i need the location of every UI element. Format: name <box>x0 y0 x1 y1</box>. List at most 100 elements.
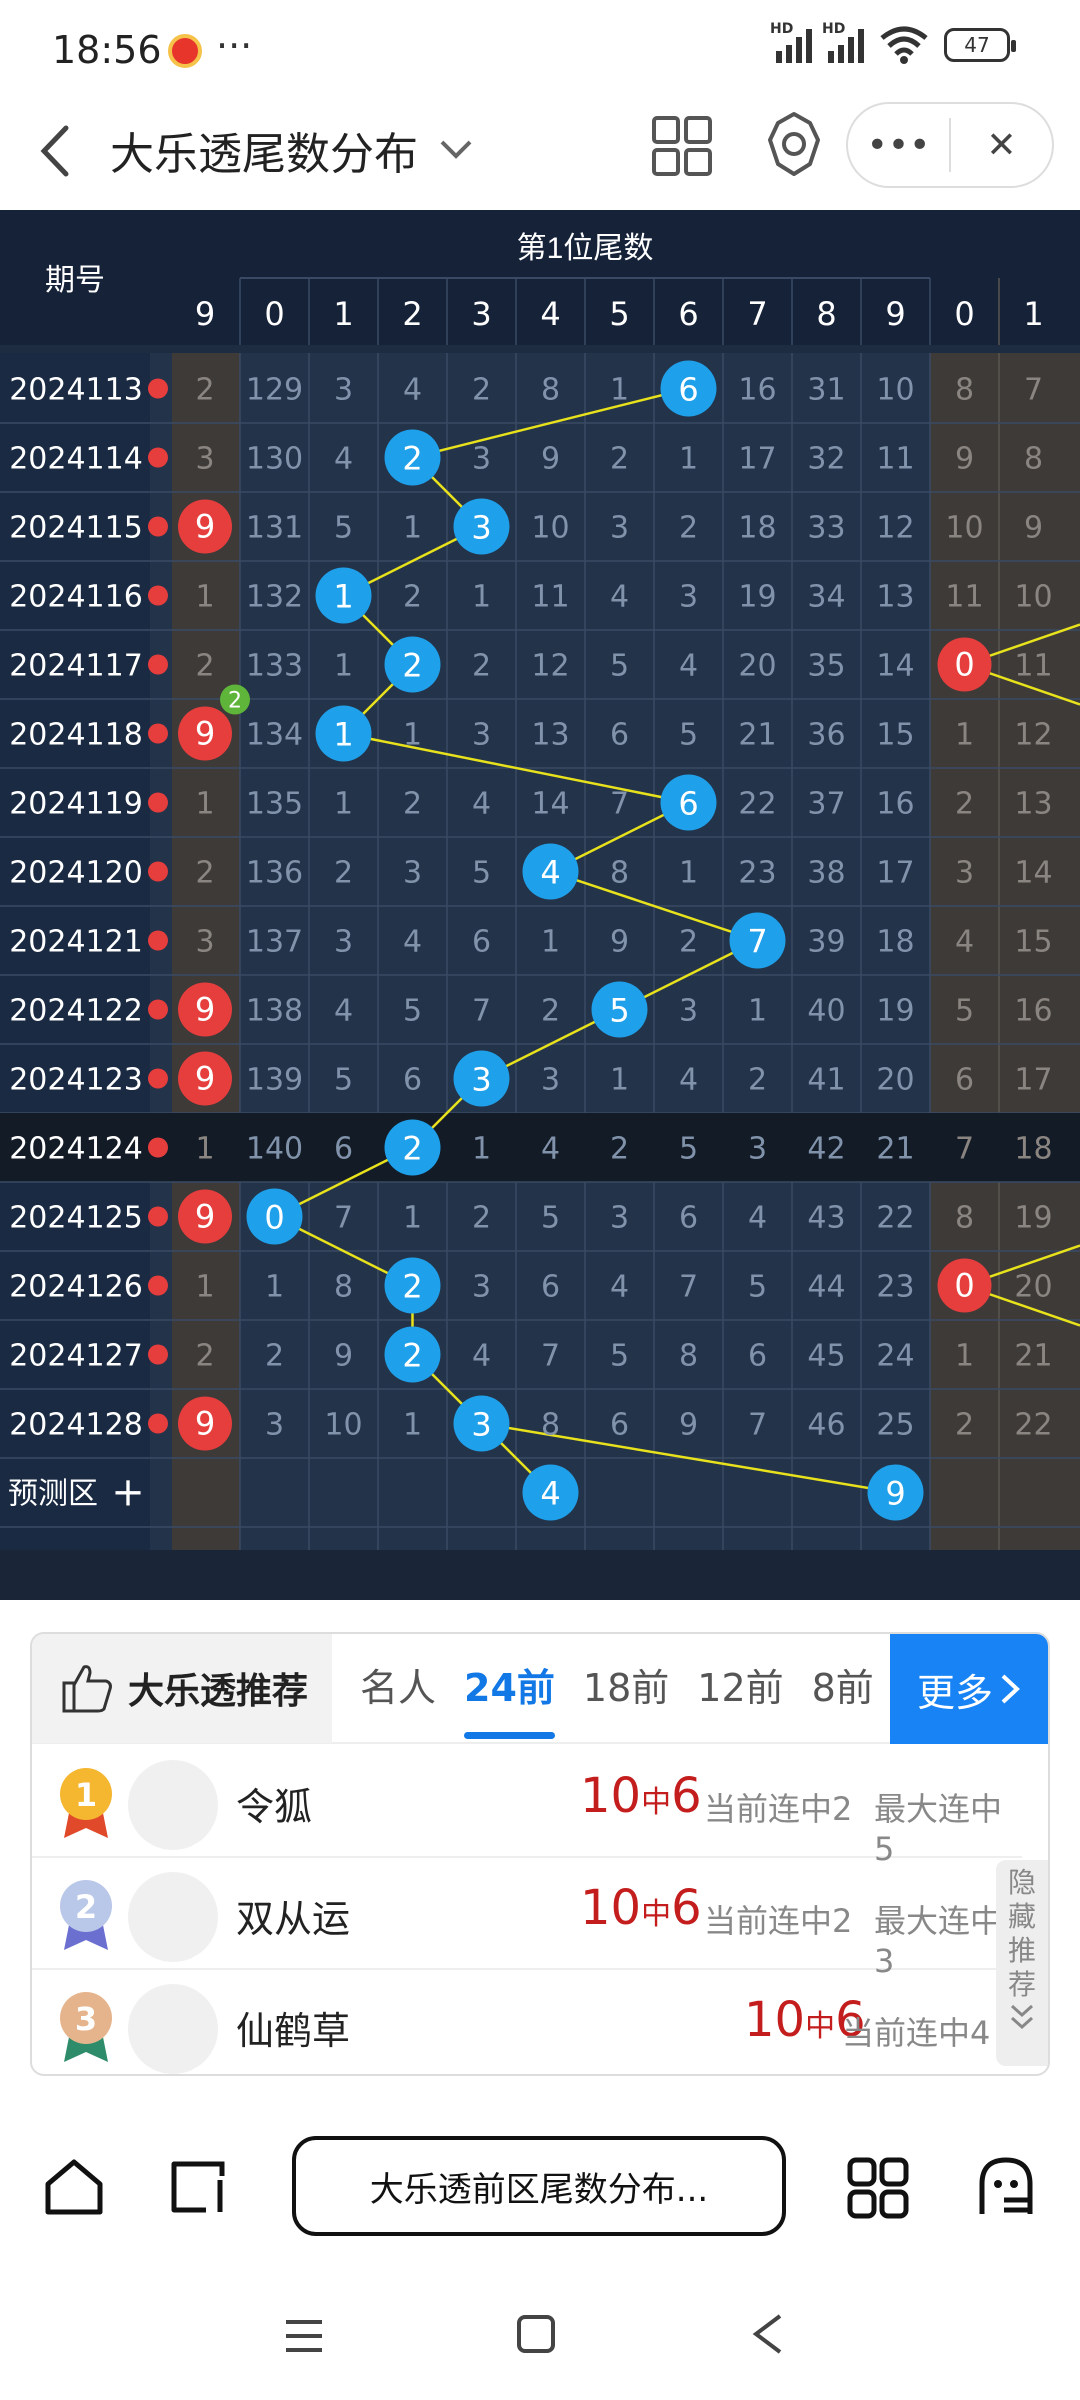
miss-cell: 1 <box>748 994 767 1029</box>
miss-cell: 1 <box>472 580 491 615</box>
tab-24qian[interactable]: 24前 <box>464 1634 555 1743</box>
hide-recommend-tab[interactable]: 隐藏推荐 <box>996 1860 1048 2066</box>
next-cell: 4 <box>955 925 974 960</box>
miss-cell: 19 <box>876 994 914 1029</box>
more-options-button[interactable]: ••• <box>848 104 949 186</box>
period-cell: 2024119 <box>9 787 143 822</box>
next-cell: 7 <box>1024 373 1043 408</box>
miss-cell: 4 <box>610 580 629 615</box>
address-bar[interactable]: 大乐透前区尾数分布... <box>292 2136 786 2236</box>
tail-distribution-chart[interactable]: 期号 第1位尾数 9 0 1 2 3 4 5 6 7 8 9 0 1 2024113 2 129 3 4 2 8 1 6 16 3… <box>0 210 1080 1600</box>
miss-cell: 1 <box>472 1132 491 1167</box>
tab-mingren[interactable]: 名人 <box>360 1634 436 1743</box>
predict-number: 4 <box>540 1475 560 1513</box>
miss-cell: 137 <box>246 925 303 960</box>
miss-cell: 7 <box>748 1408 767 1443</box>
row-edge-marker <box>148 723 168 744</box>
home-square-icon[interactable] <box>516 2314 556 2354</box>
digit-header-3: 3 <box>471 295 491 333</box>
miss-cell: 13 <box>876 580 914 615</box>
row-edge-marker <box>148 1344 168 1365</box>
next-cell: 2 <box>955 787 974 822</box>
system-nav-bar <box>0 2280 1080 2400</box>
tab-18qian[interactable]: 18前 <box>583 1634 669 1743</box>
row-edge-marker <box>148 792 168 813</box>
miss-cell: 5 <box>334 511 353 546</box>
page-title[interactable]: 大乐透尾数分布 <box>110 118 474 182</box>
period-cell: 2024125 <box>9 1201 143 1236</box>
period-cell: 2024122 <box>9 994 143 1029</box>
back-arrow-icon[interactable] <box>30 116 80 186</box>
period-cell: 2024128 <box>9 1408 143 1443</box>
miss-cell: 12 <box>876 511 914 546</box>
next-cell: 6 <box>955 1063 974 1098</box>
miss-cell: 131 <box>246 511 303 546</box>
thumbs-up-icon <box>62 1665 112 1713</box>
miss-cell: 3 <box>679 994 698 1029</box>
miss-cell: 136 <box>246 856 303 891</box>
signal-icon: HD <box>770 21 812 63</box>
tabs-icon[interactable] <box>166 2156 230 2218</box>
hit-number: 2 <box>402 647 422 685</box>
prev-hit-number: 9 <box>195 508 215 546</box>
hit-number: 2 <box>402 1337 422 1375</box>
miss-cell: 20 <box>876 1063 914 1098</box>
miss-cell: 45 <box>807 1339 845 1374</box>
miss-cell: 4 <box>472 1339 491 1374</box>
miss-cell: 11 <box>876 442 914 477</box>
miss-cell: 21 <box>876 1132 914 1167</box>
miss-cell: 2 <box>679 925 698 960</box>
tab-12qian[interactable]: 12前 <box>697 1634 783 1743</box>
rank-medal-icon: 3 <box>60 1992 112 2062</box>
group-header: 第1位尾数 <box>517 232 654 265</box>
miss-cell: 4 <box>679 649 698 684</box>
recommender-name: 双从运 <box>236 1897 351 1941</box>
rank-medal-icon: 2 <box>60 1880 112 1950</box>
ghost-menu-icon[interactable] <box>974 2154 1038 2220</box>
more-button-label: 更多 <box>916 1670 993 1715</box>
prev-hit-number: 9 <box>195 715 215 753</box>
hit-score: 10中6 <box>580 1768 702 1824</box>
miss-cell: 23 <box>738 856 776 891</box>
miss-cell: 16 <box>876 787 914 822</box>
row-edge-marker <box>148 447 168 468</box>
battery-icon: 47 <box>944 28 1016 62</box>
miss-cell: 20 <box>738 649 776 684</box>
page-title-text: 大乐透尾数分布 <box>110 129 418 180</box>
miss-cell: 8 <box>334 1270 353 1305</box>
current-streak: 当前连中2 <box>704 1902 853 1940</box>
miss-cell: 132 <box>246 580 303 615</box>
miss-cell: 1 <box>403 718 422 753</box>
miss-cell: 9 <box>610 925 629 960</box>
miss-cell: 140 <box>246 1132 303 1167</box>
miss-cell: 4 <box>403 373 422 408</box>
more-button[interactable]: 更多 <box>890 1634 1048 1744</box>
grid-menu-icon[interactable] <box>650 114 714 178</box>
back-triangle-icon[interactable] <box>750 2312 786 2356</box>
miss-cell: 1 <box>334 787 353 822</box>
miss-cell: 5 <box>334 1063 353 1098</box>
miss-cell: 1 <box>403 511 422 546</box>
recommend-row[interactable]: 1 令狐 10中6 当前连中2 最大连中5 <box>32 1746 1022 1868</box>
miss-cell: 34 <box>807 580 845 615</box>
home-icon[interactable] <box>42 2156 106 2218</box>
apps-grid-icon[interactable] <box>846 2156 910 2220</box>
next-cell: 11 <box>945 580 983 615</box>
period-cell: 2024113 <box>9 373 143 408</box>
recommend-row[interactable]: 3 仙鹤草 10中6 当前连中4 <box>32 1970 1022 2074</box>
miss-cell: 129 <box>246 373 303 408</box>
miss-cell: 1 <box>610 373 629 408</box>
period-cell: 2024116 <box>9 580 143 615</box>
close-button[interactable]: ✕ <box>951 104 1052 186</box>
recommend-row[interactable]: 2 双从运 10中6 当前连中2 最大连中3 <box>32 1858 1022 1980</box>
miss-cell: 5 <box>610 1339 629 1374</box>
menu-icon[interactable] <box>282 2316 326 2356</box>
partial-row <box>0 345 1080 353</box>
prev-cell: 1 <box>195 1132 214 1167</box>
miss-cell: 32 <box>807 442 845 477</box>
row-edge-marker <box>148 654 168 675</box>
gear-icon[interactable] <box>760 108 828 182</box>
tab-8qian[interactable]: 8前 <box>812 1634 874 1743</box>
miss-cell: 6 <box>541 1270 560 1305</box>
miss-cell: 2 <box>610 1132 629 1167</box>
